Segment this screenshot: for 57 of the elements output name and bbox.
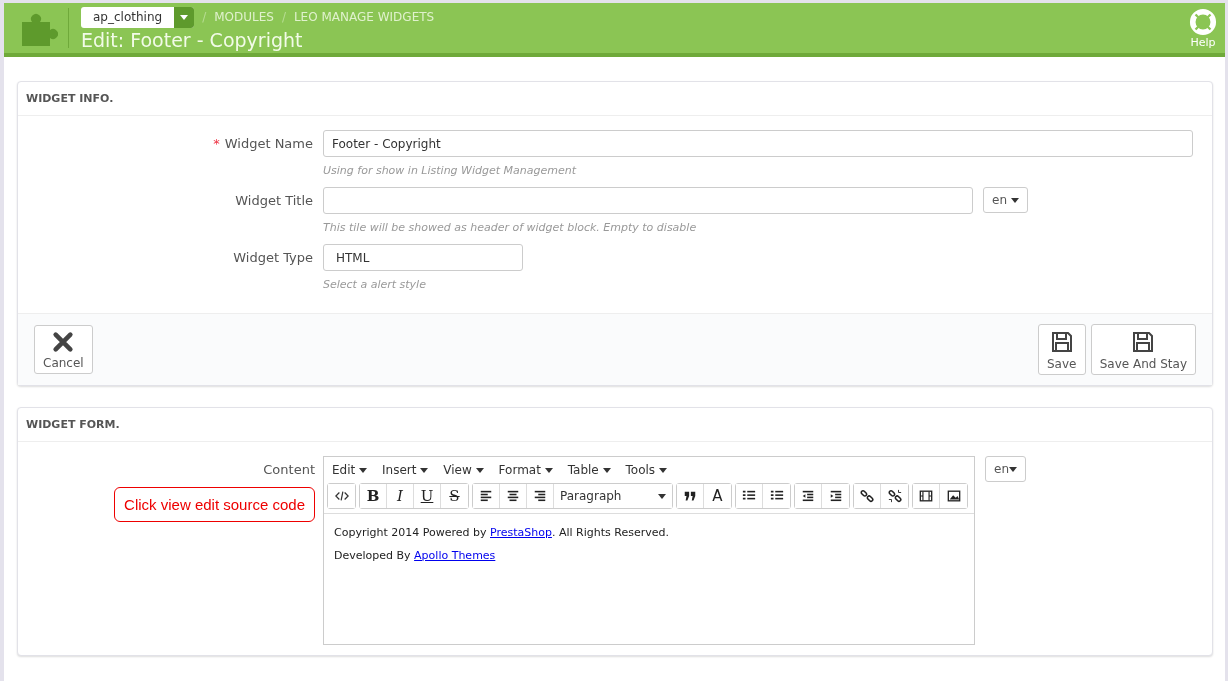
- editor-tool-button[interactable]: [795, 484, 822, 508]
- text-align-icon: [506, 489, 520, 503]
- text-align-icon: [479, 489, 493, 503]
- editor-tool-button[interactable]: [854, 484, 881, 508]
- unlink-icon: [887, 489, 902, 503]
- help-text: Select a alert style: [323, 278, 427, 291]
- editor-tool-button[interactable]: [736, 484, 763, 508]
- help-text: This tile will be showed as header of widget block. Empty to disable: [323, 221, 698, 234]
- link-icon: [860, 489, 874, 503]
- breadcrumb-separator: /: [281, 10, 286, 24]
- toolbar-button[interactable]: Save And Stay: [1090, 324, 1196, 375]
- menu-item[interactable]: Table: [567, 463, 611, 477]
- text-input[interactable]: Footer - Copyright: [323, 130, 1193, 157]
- menu-item[interactable]: Edit: [332, 463, 368, 477]
- text-align-icon: [828, 489, 843, 503]
- panel-heading: WIDGET INFO.: [18, 82, 1212, 116]
- help-text: Using for show in Listing Widget Management: [323, 164, 578, 177]
- menu-item[interactable]: Tools: [625, 463, 667, 477]
- editor-tool-button[interactable]: [473, 484, 500, 508]
- text-link[interactable]: PrestaShop: [490, 526, 552, 539]
- shop-selector[interactable]: ap_clothing: [81, 6, 195, 28]
- text-input[interactable]: HTML: [323, 244, 523, 271]
- menu-item[interactable]: View: [443, 463, 484, 477]
- language-dropdown[interactable]: en: [985, 456, 1026, 482]
- list-icon: [742, 489, 756, 503]
- caret-icon: [180, 14, 189, 20]
- text-align-icon: [533, 489, 547, 503]
- paragraph: Copyright 2014 Powered by PrestaShop. All Rights Reserved.: [334, 526, 670, 539]
- editor-tool-button[interactable]: [328, 484, 355, 508]
- text-link[interactable]: Apollo Themes: [414, 549, 496, 562]
- toolbar-button[interactable]: Save: [1037, 324, 1086, 375]
- language-dropdown[interactable]: en: [983, 187, 1028, 213]
- callout-annotation: Click view edit source code: [114, 487, 315, 522]
- paragraph: Developed By Apollo Themes: [334, 549, 497, 562]
- film-icon: [919, 489, 933, 503]
- lifebuoy-icon: [1189, 7, 1217, 36]
- editor-tool-button[interactable]: [913, 484, 940, 508]
- field-label: Widget Title: [235, 193, 313, 208]
- menu-item[interactable]: Format: [498, 463, 553, 477]
- editor-tool-button[interactable]: [677, 484, 704, 508]
- close-icon: [52, 331, 75, 353]
- toolbar-button[interactable]: Cancel: [34, 325, 93, 374]
- breadcrumb-separator: /: [202, 10, 207, 24]
- menu-item[interactable]: Insert: [382, 463, 429, 477]
- field-label: Widget Type: [233, 250, 313, 265]
- panel-heading: WIDGET FORM.: [18, 408, 1212, 442]
- required-asterisk: *: [213, 136, 220, 151]
- code-icon: [334, 489, 349, 503]
- quote-icon: [683, 489, 697, 503]
- text-input[interactable]: [323, 187, 973, 214]
- page-title: Edit: Footer - Copyright: [81, 27, 304, 52]
- field-label: Content: [263, 462, 315, 477]
- field-label: Widget Name: [224, 136, 313, 151]
- text-align-icon: [801, 489, 815, 503]
- format-button[interactable]: B: [360, 484, 387, 508]
- list-icon: [769, 489, 784, 503]
- image-icon: [946, 489, 961, 503]
